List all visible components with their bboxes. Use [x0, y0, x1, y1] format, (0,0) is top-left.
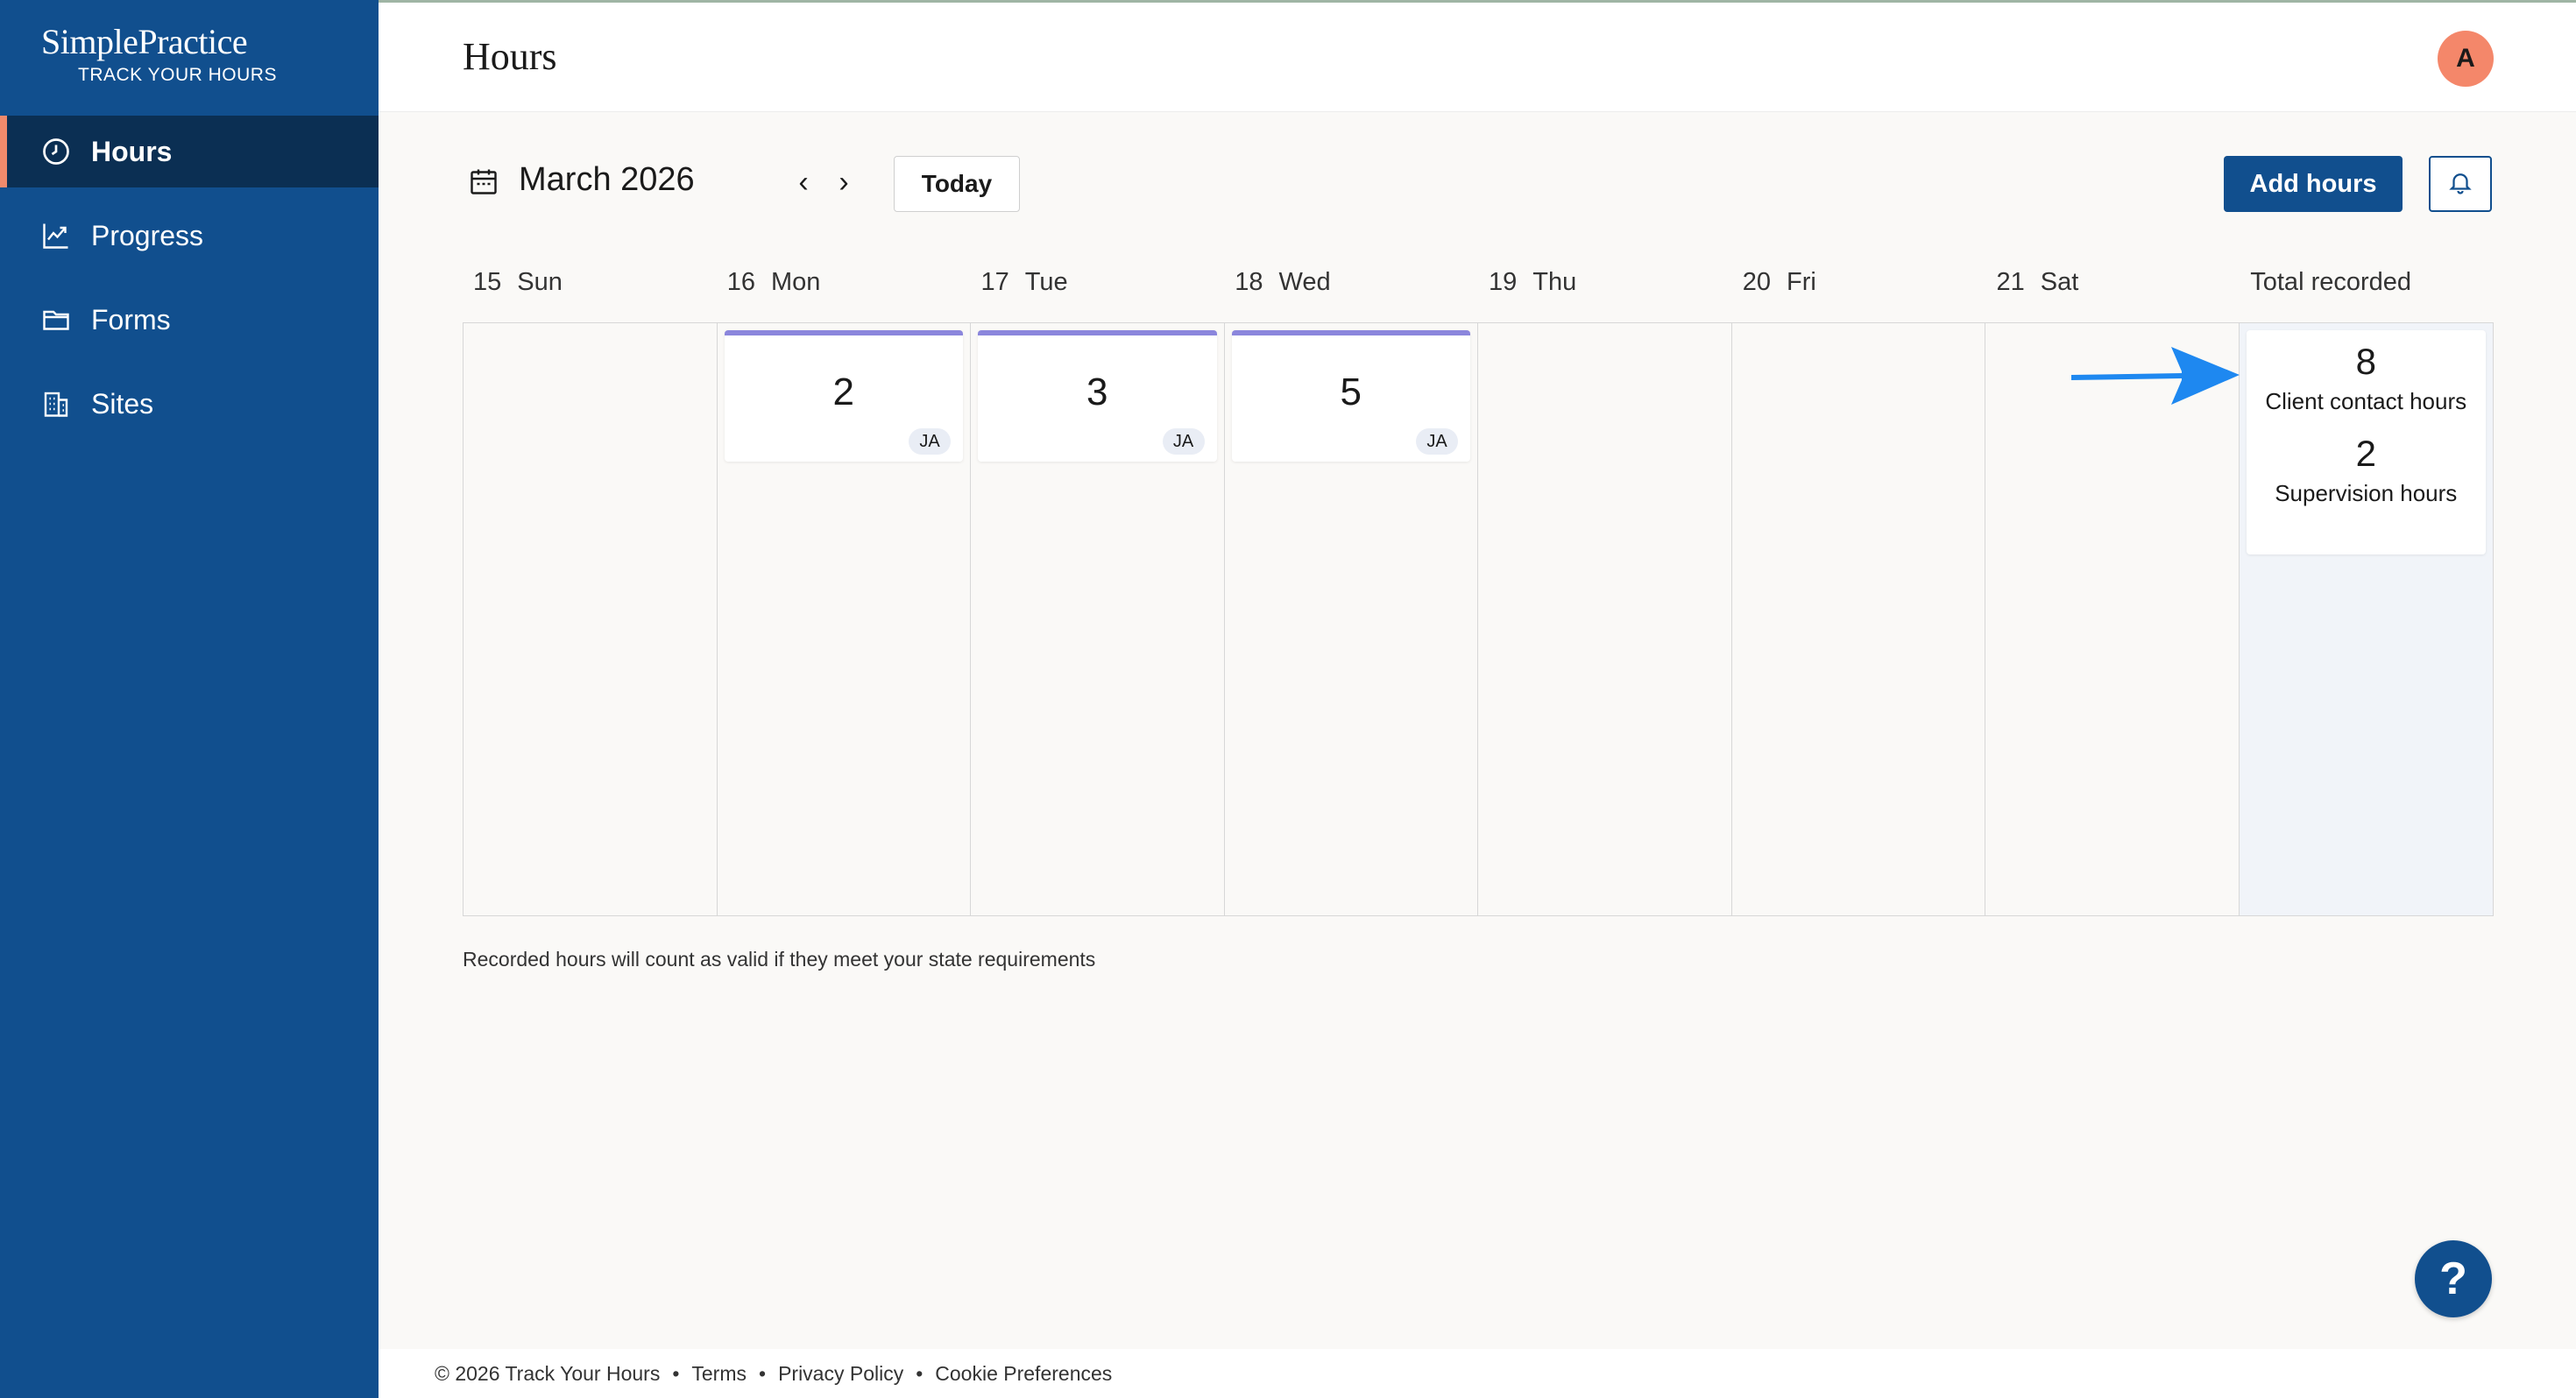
building-icon: [40, 388, 72, 420]
entry-hours-value: 3: [1086, 371, 1108, 413]
hours-entry-card[interactable]: 2 JA: [724, 330, 963, 462]
terms-link[interactable]: Terms: [691, 1362, 747, 1386]
privacy-policy-link[interactable]: Privacy Policy: [778, 1362, 903, 1386]
folder-icon: [40, 304, 72, 335]
supervision-total: 2: [2355, 433, 2376, 474]
day-cell-sat[interactable]: [1985, 323, 2240, 915]
day-cell-thu[interactable]: [1478, 323, 1732, 915]
today-button[interactable]: Today: [894, 156, 1020, 212]
footer-separator: •: [672, 1361, 680, 1385]
clock-icon: [40, 136, 72, 167]
sidebar-item-label: Sites: [91, 387, 154, 420]
sidebar-item-hours[interactable]: Hours: [0, 116, 379, 187]
entry-hours-value: 2: [832, 371, 854, 413]
week-day-headers: 15 Sun 16 Mon 17 Tue 18 Wed 19 Thu 20 Fri 21 Sa…: [463, 268, 2494, 312]
supervisor-badge: JA: [1416, 428, 1458, 455]
sidebar-item-label: Progress: [91, 219, 204, 251]
hours-entry-card[interactable]: 5 JA: [1231, 330, 1470, 462]
total-recorded-header: Total recorded: [2250, 268, 2412, 296]
page-title: Hours: [463, 35, 557, 78]
copyright-text: © 2026 Track Your Hours: [435, 1361, 661, 1385]
day-header-thu: 19 Thu: [1489, 268, 1577, 296]
day-header-sun: 15 Sun: [473, 268, 563, 296]
sidebar-nav: Hours Progress Forms Sites: [0, 116, 379, 452]
supervisor-badge: JA: [909, 428, 951, 455]
calendar-icon: [468, 165, 499, 198]
footer-separator: •: [759, 1361, 767, 1385]
notifications-button[interactable]: [2429, 156, 2492, 212]
hours-entry-card[interactable]: 3 JA: [978, 330, 1217, 462]
bell-icon: [2447, 169, 2473, 200]
day-header-wed: 18 Wed: [1235, 268, 1331, 296]
month-label: March 2026: [519, 161, 695, 198]
help-button[interactable]: ?: [2415, 1240, 2492, 1317]
logo-main-text: SimplePractice: [41, 22, 248, 61]
add-hours-button[interactable]: Add hours: [2224, 156, 2403, 212]
supervisor-badge: JA: [1162, 428, 1205, 455]
top-header: Hours A: [379, 0, 2576, 112]
sidebar-item-label: Forms: [91, 303, 171, 335]
cookie-preferences-link[interactable]: Cookie Preferences: [935, 1362, 1112, 1386]
sidebar-item-label: Hours: [91, 135, 173, 167]
day-header-mon: 16 Mon: [726, 268, 821, 296]
avatar[interactable]: A: [2438, 31, 2494, 87]
chart-icon: [40, 220, 72, 251]
day-cell-mon[interactable]: 2 JA: [718, 323, 971, 915]
logo-subtitle: TRACK YOUR HOURS: [78, 65, 277, 85]
logo[interactable]: SimplePractice TRACK YOUR HOURS: [41, 25, 277, 86]
validity-footnote: Recorded hours will count as valid if th…: [463, 948, 1096, 971]
sidebar-item-forms[interactable]: Forms: [0, 284, 379, 356]
day-cell-sun[interactable]: [464, 323, 718, 915]
sidebar-item-sites[interactable]: Sites: [0, 368, 379, 440]
next-week-button[interactable]: ›: [829, 165, 859, 200]
day-cell-tue[interactable]: 3 JA: [971, 323, 1225, 915]
sidebar: SimplePractice TRACK YOUR HOURS Hours Pr…: [0, 0, 379, 1398]
day-header-sat: 21 Sat: [1996, 268, 2079, 296]
client-contact-total: 8: [2355, 341, 2376, 382]
calendar-toolbar: March 2026 ‹ › Today Add hours: [463, 156, 2494, 212]
prev-week-button[interactable]: ‹: [789, 165, 818, 200]
total-recorded-card: 8 Client contact hours 2 Supervision hou…: [2246, 330, 2486, 554]
entry-hours-value: 5: [1340, 371, 1362, 413]
total-recorded-cell: 8 Client contact hours 2 Supervision hou…: [2239, 323, 2493, 915]
sidebar-item-progress[interactable]: Progress: [0, 200, 379, 272]
supervision-label: Supervision hours: [2275, 480, 2458, 506]
day-cell-fri[interactable]: [1732, 323, 1985, 915]
page-footer: © 2026 Track Your Hours • Terms • Privac…: [379, 1349, 2576, 1398]
annotation-arrow-icon: [2071, 347, 2240, 405]
day-header-tue: 17 Tue: [980, 268, 1068, 296]
day-header-fri: 20 Fri: [1742, 268, 1816, 296]
client-contact-label: Client contact hours: [2265, 388, 2467, 414]
footer-separator: •: [916, 1361, 924, 1385]
day-cell-wed[interactable]: 5 JA: [1225, 323, 1478, 915]
